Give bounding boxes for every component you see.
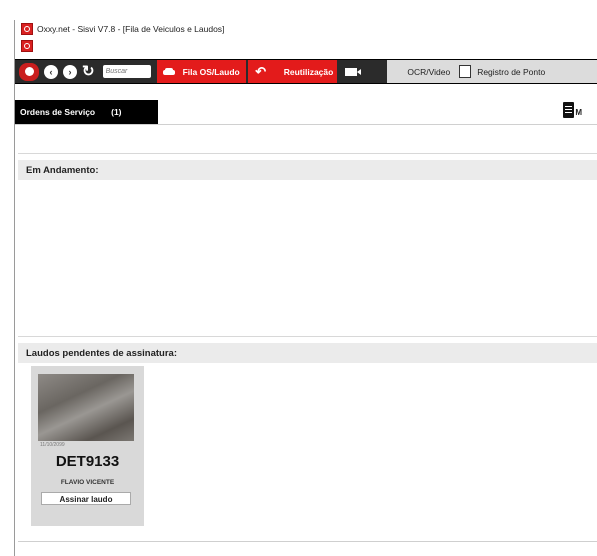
back-arrow-icon[interactable]: ‹ — [44, 64, 58, 79]
reply-arrow-icon[interactable]: ↶ — [247, 60, 274, 83]
vehicle-plate: DET9133 — [55, 453, 120, 470]
app-window: Oxxy.net - Sisvi V7.8 - [Fila de Veiculo… — [14, 20, 597, 556]
video-button[interactable] — [337, 60, 387, 83]
forward-arrow-icon[interactable]: › — [63, 64, 77, 79]
home-logo-icon[interactable] — [19, 62, 39, 81]
ocr-video-label: OCR/Video — [407, 66, 451, 77]
fila-os-laudo-label: Fila OS/Laudo — [182, 66, 240, 77]
window-title: Oxxy.net - Sisvi V7.8 - [Fila de Veiculo… — [37, 24, 225, 34]
video-camera-icon — [345, 67, 362, 76]
fila-os-laudo-button[interactable]: Fila OS/Laudo — [156, 60, 246, 83]
child-window-icon[interactable] — [21, 40, 33, 52]
bottom-divider — [18, 541, 597, 542]
tab-bar: Ordens de Serviço (1) M — [15, 100, 597, 125]
document-button[interactable]: M — [563, 102, 582, 118]
vehicle-photo — [38, 374, 134, 441]
registro-de-ponto-button[interactable]: Registro de Ponto — [455, 60, 597, 83]
laudo-meta: 11/10/2099 — [40, 442, 65, 448]
title-bar: Oxxy.net - Sisvi V7.8 - [Fila de Veiculo… — [15, 20, 597, 38]
document-icon — [563, 102, 575, 118]
refresh-icon[interactable]: ↻ — [82, 64, 95, 79]
calendar-icon — [459, 65, 472, 78]
search-input[interactable] — [102, 65, 151, 78]
document-button-label: M — [575, 108, 582, 117]
laudos-pendentes-header: Laudos pendentes de assinatura: — [18, 343, 597, 363]
divider — [18, 336, 597, 337]
tab-ordens-count: (1) — [111, 107, 122, 117]
tab-ordens-de-servico[interactable]: Ordens de Serviço (1) — [15, 100, 158, 124]
em-andamento-title: Em Andamento: — [26, 164, 99, 176]
em-andamento-header: Em Andamento: — [18, 160, 597, 180]
inspector-name: FLAVIO VICENTE — [60, 479, 115, 486]
laudos-pendentes-title: Laudos pendentes de assinatura: — [26, 347, 177, 359]
app-logo-icon — [21, 23, 33, 35]
registro-de-ponto-label: Registro de Ponto — [477, 66, 546, 77]
assinar-laudo-button[interactable]: Assinar laudo — [41, 492, 131, 505]
ocr-video-button[interactable]: OCR/Video — [387, 60, 456, 83]
reutilizacao-label: Reutilização — [283, 66, 334, 77]
tab-ordens-label: Ordens de Serviço — [20, 107, 96, 117]
main-toolbar: ‹ › ↻ Fila OS/Laudo ↶ Reutilização OCR/V… — [15, 59, 597, 84]
mdi-child-icon-row — [21, 39, 37, 57]
laudo-card[interactable]: 11/10/2099 DET9133 FLAVIO VICENTE Assina… — [31, 366, 144, 526]
divider — [18, 153, 597, 154]
car-icon — [162, 67, 175, 76]
reutilizacao-button[interactable]: Reutilização — [273, 60, 338, 83]
